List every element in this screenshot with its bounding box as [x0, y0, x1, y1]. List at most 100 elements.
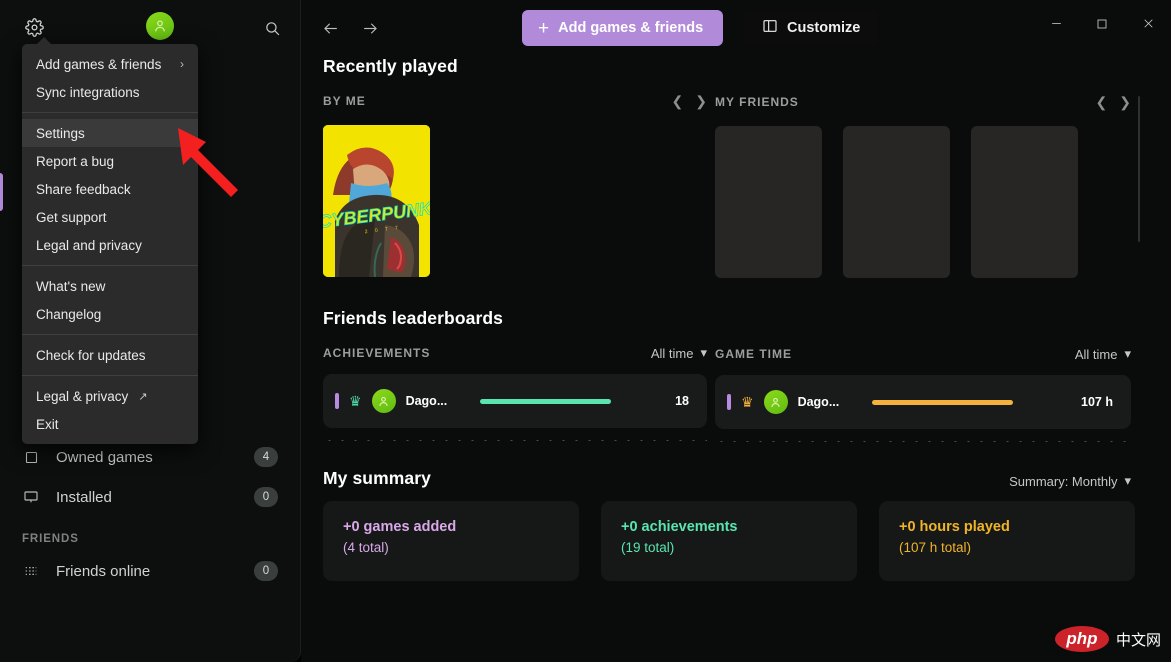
sidebar-item-badge: 0	[254, 561, 278, 581]
summary-header: My summary Summary: Monthly ▾	[323, 468, 1171, 489]
game-cover-art: CYBERPUNK 2 0 7 7	[323, 125, 430, 277]
sidebar-item-badge: 4	[254, 447, 278, 467]
menu-item-get-support[interactable]: Get support	[22, 203, 198, 231]
menu-item-add-games-friends[interactable]: Add games & friends ›	[22, 50, 198, 78]
menu-item-label: Exit	[36, 416, 59, 432]
avatar[interactable]	[146, 12, 176, 42]
menu-item-exit[interactable]: Exit	[22, 410, 198, 438]
summary-cards: +0 games added (4 total) +0 achievements…	[323, 501, 1171, 581]
menu-item-sync-integrations[interactable]: Sync integrations	[22, 78, 198, 106]
menu-item-share-feedback[interactable]: Share feedback	[22, 175, 198, 203]
recently-played-section: Recently played BY ME ❮ ❯ CYBERPUNK 2 0 …	[301, 56, 1171, 278]
title-bar: + Add games & friends Customize	[301, 0, 1171, 56]
summary-card-sub: (4 total)	[343, 540, 389, 555]
watermark: php 中文网	[1054, 626, 1161, 652]
sidebar-item-friends-online[interactable]: Friends online 0	[0, 551, 300, 591]
menu-item-check-for-updates[interactable]: Check for updates	[22, 341, 198, 369]
main-area: + Add games & friends Customize Recently…	[301, 0, 1171, 662]
square-icon	[22, 448, 40, 466]
menu-item-label: Legal and privacy	[36, 237, 142, 253]
menu-item-whats-new[interactable]: What's new	[22, 272, 198, 300]
friend-game-tile[interactable]	[715, 126, 822, 278]
plus-icon: +	[538, 17, 550, 39]
leaderboard-progress-fill	[871, 399, 1013, 405]
rank-indicator	[335, 393, 339, 409]
avatar	[763, 390, 788, 414]
layout-panel-icon	[762, 18, 778, 38]
leaderboard-player-name: Dago...	[405, 394, 448, 408]
leaderboard-game-time: GAME TIME All time ▾ ♛ Dago... 107 h	[707, 308, 1171, 442]
carousel-next-icon[interactable]: ❯	[695, 94, 707, 108]
menu-item-legal-privacy-external[interactable]: Legal & privacy ↗	[22, 382, 198, 410]
recently-played-by-me: Recently played BY ME ❮ ❯ CYBERPUNK 2 0 …	[301, 56, 707, 278]
dotted-separator	[715, 441, 1131, 442]
recently-played-my-friends: MY FRIENDS ❮ ❯	[707, 56, 1171, 278]
customize-button[interactable]: Customize	[744, 10, 879, 46]
achievements-filter-label: All time	[650, 345, 694, 361]
menu-item-label: Check for updates	[36, 347, 146, 363]
active-item-indicator	[0, 173, 3, 211]
content-scroll-area: Recently played BY ME ❮ ❯ CYBERPUNK 2 0 …	[301, 56, 1171, 662]
game-time-filter-label: All time	[1074, 346, 1118, 362]
menu-item-label: Report a bug	[36, 153, 115, 169]
watermark-brand: php	[1054, 626, 1109, 652]
carousel-next-icon[interactable]: ❯	[1119, 95, 1131, 109]
crown-icon: ♛	[741, 394, 754, 410]
sidebar-item-installed[interactable]: Installed 0	[0, 477, 300, 517]
by-me-tiles: CYBERPUNK 2 0 7 7	[323, 125, 707, 277]
avatar	[371, 389, 396, 413]
my-friends-carousel-arrows: ❮ ❯	[1096, 95, 1131, 109]
carousel-prev-icon[interactable]: ❮	[1096, 95, 1108, 109]
game-time-label: GAME TIME	[715, 347, 792, 361]
summary-card-sub: (107 h total)	[899, 540, 972, 555]
my-friends-tiles	[715, 126, 1131, 278]
chevron-right-icon: ›	[180, 57, 184, 71]
leaderboard-row[interactable]: ♛ Dago... 18	[323, 374, 707, 428]
customize-label: Customize	[787, 20, 861, 36]
by-me-carousel-arrows: ❮ ❯	[672, 94, 707, 108]
summary-card-games-added[interactable]: +0 games added (4 total)	[323, 501, 579, 581]
menu-item-report-a-bug[interactable]: Report a bug	[22, 147, 198, 175]
summary-card-achievements[interactable]: +0 achievements (19 total)	[601, 501, 857, 581]
leaderboard-row[interactable]: ♛ Dago... 107 h	[715, 375, 1131, 429]
settings-dropdown-menu[interactable]: Add games & friends › Sync integrations …	[22, 37, 198, 444]
arrow-left-icon[interactable]	[313, 11, 347, 45]
carousel-prev-icon[interactable]: ❮	[672, 94, 684, 108]
by-me-label: BY ME	[323, 94, 366, 108]
leaderboard-progress-track	[474, 398, 666, 404]
menu-item-label: Share feedback	[36, 181, 131, 197]
list-icon	[22, 562, 40, 580]
menu-item-changelog[interactable]: Changelog	[22, 300, 198, 328]
my-friends-label: MY FRIENDS	[715, 95, 799, 109]
friend-game-tile[interactable]	[971, 126, 1078, 278]
add-games-friends-button[interactable]: + Add games & friends	[522, 10, 724, 46]
sidebar-item-label: Friends online	[56, 562, 151, 580]
sidebar-section-friends: FRIENDS	[22, 533, 79, 545]
minimize-button[interactable]	[1033, 0, 1079, 47]
game-tile-cyberpunk[interactable]: CYBERPUNK 2 0 7 7	[323, 125, 430, 277]
maximize-button[interactable]	[1079, 0, 1125, 47]
arrow-right-icon[interactable]	[353, 11, 387, 45]
close-button[interactable]	[1125, 0, 1171, 47]
sidebar-item-label: Installed	[56, 488, 112, 506]
achievements-time-filter[interactable]: All time ▾	[651, 345, 707, 361]
menu-item-label: Sync integrations	[36, 84, 140, 100]
nav-buttons	[313, 11, 387, 45]
summary-card-hours-played[interactable]: +0 hours played (107 h total)	[879, 501, 1135, 581]
friend-game-tile[interactable]	[843, 126, 950, 278]
menu-divider	[22, 334, 198, 335]
friends-leaderboards-section: Friends leaderboards ACHIEVEMENTS All ti…	[301, 308, 1171, 442]
summary-period-filter[interactable]: Summary: Monthly ▾	[1009, 473, 1131, 489]
menu-divider	[22, 112, 198, 113]
game-time-time-filter[interactable]: All time ▾	[1075, 346, 1131, 362]
chevron-down-icon: ▾	[1124, 346, 1131, 361]
sidebar-item-badge: 0	[254, 487, 278, 507]
summary-card-main: +0 games added	[343, 519, 457, 535]
add-games-friends-label: Add games & friends	[558, 20, 704, 36]
menu-item-settings[interactable]: Settings	[22, 119, 198, 147]
achievements-header: ACHIEVEMENTS All time ▾	[323, 341, 707, 365]
menu-item-label: What's new	[36, 278, 106, 294]
leaderboards-title: Friends leaderboards	[323, 308, 503, 328]
menu-item-legal-and-privacy[interactable]: Legal and privacy	[22, 231, 198, 259]
search-icon[interactable]	[258, 14, 286, 42]
